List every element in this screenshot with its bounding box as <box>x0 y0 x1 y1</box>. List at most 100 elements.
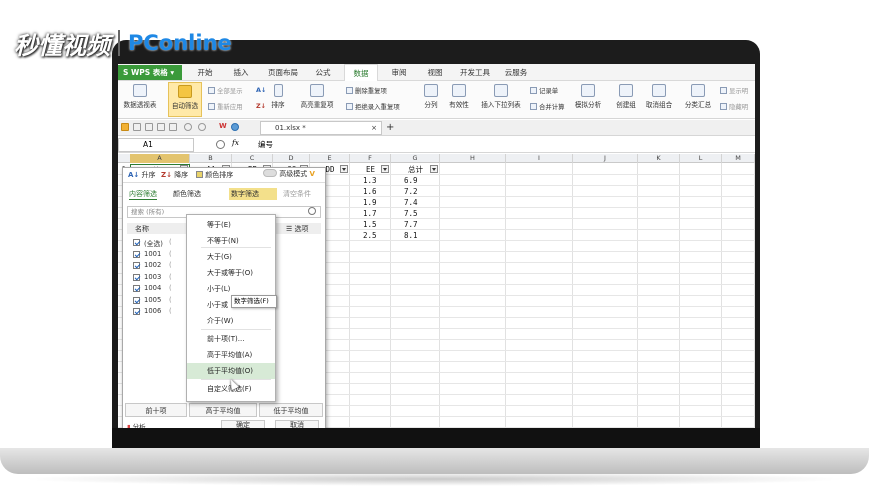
record-form-button[interactable]: 记录单 <box>530 86 558 95</box>
analysis-link[interactable]: ▮ 分析 <box>127 421 146 428</box>
checkbox-checked-icon[interactable] <box>133 285 140 292</box>
merge-calc-button[interactable]: 合并计算 <box>530 102 565 111</box>
menu-view[interactable]: 视图 <box>420 64 450 81</box>
data-cell[interactable]: 7.5 <box>404 208 418 219</box>
sort-asc-button[interactable]: A↓ 升序 <box>128 170 156 180</box>
data-cell[interactable]: 1.5 <box>363 219 377 230</box>
cloud-icon[interactable] <box>231 123 239 131</box>
print-preview-icon[interactable] <box>157 123 165 131</box>
document-tab[interactable]: 01.xlsx * × <box>260 121 382 135</box>
fx-icon[interactable]: fx <box>232 138 239 147</box>
ok-button[interactable]: 确定 <box>221 420 265 428</box>
sort-desc-icon[interactable]: Z↓ <box>256 102 266 110</box>
new-tab-icon[interactable]: + <box>386 121 394 135</box>
data-cell[interactable]: 1.6 <box>363 186 377 197</box>
split-column-button[interactable]: 分列 <box>420 82 442 117</box>
column-header-h[interactable]: H <box>440 154 506 163</box>
hide-detail-button[interactable]: 隐藏明 <box>720 102 748 111</box>
column-header-c[interactable]: C <box>232 154 273 163</box>
tab-number-filter[interactable]: 数字筛选 <box>229 188 277 200</box>
checkbox-checked-icon[interactable] <box>133 273 140 281</box>
number-filter-option[interactable]: 大于(G) <box>187 249 275 265</box>
data-cell[interactable]: 1.7 <box>363 208 377 219</box>
name-box[interactable]: A1 <box>118 138 194 152</box>
tab-content-filter[interactable]: 内容筛选 <box>129 188 157 200</box>
column-header-l[interactable]: L <box>680 154 722 163</box>
checkbox-checked-icon[interactable] <box>133 250 140 258</box>
menu-developer[interactable]: 开发工具 <box>455 64 495 81</box>
color-sort-button[interactable]: 颜色排序 <box>196 170 233 180</box>
options-button[interactable]: ☰ 选项 <box>286 224 309 234</box>
close-tab-icon[interactable]: × <box>371 122 377 135</box>
remove-duplicates-button[interactable]: 删除重复项 <box>346 86 387 95</box>
column-header-g[interactable]: G <box>391 154 440 163</box>
data-cell[interactable]: 8.1 <box>404 230 418 241</box>
sort-asc-icon[interactable]: A↓ <box>256 86 266 94</box>
top-ten-button[interactable]: 前十项 <box>125 403 187 417</box>
checkbox-checked-icon[interactable] <box>133 262 140 269</box>
simulate-analysis-button[interactable]: 模拟分析 <box>572 82 604 117</box>
ungroup-button[interactable]: 取消组合 <box>642 82 676 117</box>
filter-dropdown-icon[interactable] <box>381 165 389 173</box>
cancel-button[interactable]: 取消 <box>275 420 319 428</box>
data-cell[interactable]: 6.9 <box>404 175 418 186</box>
data-cell[interactable]: 1.9 <box>363 197 377 208</box>
menu-review[interactable]: 审阅 <box>384 64 414 81</box>
column-header-m[interactable]: M <box>722 154 755 163</box>
subtotal-button[interactable]: 分类汇总 <box>682 82 714 117</box>
above-average-button[interactable]: 高于平均值 <box>189 403 257 417</box>
checkbox-checked-icon[interactable] <box>133 308 140 315</box>
sort-desc-button[interactable]: Z↓ 降序 <box>161 170 188 180</box>
column-header-i[interactable]: I <box>506 154 573 163</box>
menu-cloud[interactable]: 云服务 <box>500 64 532 81</box>
number-filter-option[interactable]: 高于平均值(A) <box>187 347 275 363</box>
highlight-duplicates-button[interactable]: 高亮重复项 <box>294 82 340 117</box>
column-header-f[interactable]: F <box>350 154 391 163</box>
menu-insert[interactable]: 插入 <box>226 64 256 81</box>
sort-button[interactable]: 排序 <box>268 82 288 117</box>
redo-icon[interactable] <box>198 123 206 131</box>
validity-button[interactable]: 有效性 <box>444 82 474 117</box>
create-group-button[interactable]: 创建组 <box>614 82 638 117</box>
open-folder-icon[interactable] <box>121 123 129 131</box>
checkbox-checked-icon[interactable] <box>133 239 140 246</box>
data-cell[interactable]: 2.5 <box>363 230 377 241</box>
reapply-button[interactable]: 重新应用 <box>208 102 243 111</box>
dropdown-list-button[interactable]: 插入下拉列表 <box>478 82 524 117</box>
menu-home[interactable]: 开始 <box>190 64 220 81</box>
column-header-j[interactable]: J <box>573 154 638 163</box>
menu-page-layout[interactable]: 页面布局 <box>263 64 303 81</box>
data-cell[interactable]: 1.3 <box>363 175 377 186</box>
data-cell[interactable]: 7.7 <box>404 219 418 230</box>
undo-icon[interactable] <box>184 123 192 131</box>
number-filter-option[interactable]: 大于或等于(O) <box>187 265 275 281</box>
show-detail-button[interactable]: 显示明 <box>720 86 748 95</box>
column-header-k[interactable]: K <box>638 154 680 163</box>
formula-input[interactable]: 编号 <box>258 137 273 153</box>
checkbox-checked-icon[interactable] <box>133 296 140 304</box>
column-header-a[interactable]: A <box>130 154 190 163</box>
number-filter-option[interactable]: 等于(E) <box>187 217 275 233</box>
print-icon[interactable] <box>145 123 153 131</box>
number-filter-option[interactable]: 前十项(T)... <box>187 331 275 347</box>
save-icon[interactable] <box>133 123 141 131</box>
wps-logo-icon[interactable]: W <box>219 122 227 130</box>
pivot-table-button[interactable]: 数据透视表 <box>120 82 160 117</box>
data-cell[interactable]: 7.2 <box>404 186 418 197</box>
column-header-e[interactable]: E <box>310 154 350 163</box>
export-icon[interactable] <box>169 123 177 131</box>
column-header-b[interactable]: B <box>190 154 232 163</box>
clear-conditions-button[interactable]: 清空条件 <box>283 188 311 200</box>
tab-color-filter[interactable]: 颜色筛选 <box>173 188 201 200</box>
search-icon[interactable] <box>308 207 316 215</box>
menu-data[interactable]: 数据 <box>344 64 378 81</box>
menu-formula[interactable]: 公式 <box>308 64 338 81</box>
autofilter-button[interactable]: 自动筛选 <box>168 82 202 117</box>
advanced-mode-toggle[interactable]: 高级模式 V <box>263 169 315 179</box>
column-header-d[interactable]: D <box>273 154 310 163</box>
app-menu-button[interactable]: S WPS 表格 ▾ <box>118 65 182 80</box>
below-average-button[interactable]: 低于平均值 <box>259 403 323 417</box>
show-all-button[interactable]: 全部显示 <box>208 86 243 95</box>
filter-dropdown-icon[interactable] <box>430 165 438 173</box>
filter-dropdown-icon[interactable] <box>340 165 348 173</box>
